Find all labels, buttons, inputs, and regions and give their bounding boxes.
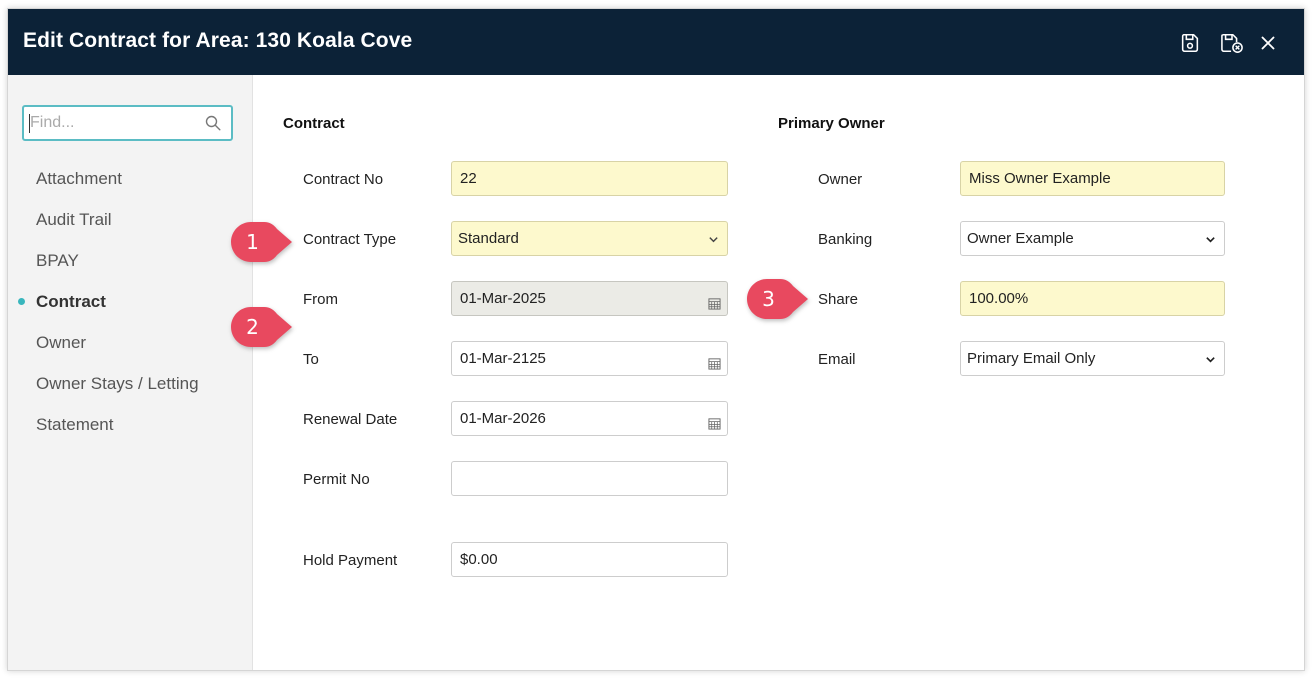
permit-no-label: Permit No xyxy=(303,471,370,488)
banking-value: Owner Example xyxy=(967,230,1074,247)
share-label: Share xyxy=(818,291,859,308)
contract-no-label: Contract No xyxy=(303,171,384,188)
sidebar: Attachment Audit Trail BPAY Contract Own… xyxy=(8,75,253,670)
calendar-icon[interactable] xyxy=(708,417,721,430)
contract-section-heading: Contract xyxy=(283,115,345,132)
calendar-icon[interactable] xyxy=(708,297,721,310)
calendar-icon[interactable] xyxy=(708,357,721,370)
close-icon xyxy=(1261,36,1275,50)
share-value: 100.00% xyxy=(969,290,1029,307)
owner-field[interactable]: Miss Owner Example xyxy=(960,161,1225,196)
save-button[interactable] xyxy=(1177,30,1203,56)
search-input[interactable] xyxy=(30,113,200,133)
callout-marker-1: 1 xyxy=(230,221,292,262)
to-date-value: 01-Mar-2125 xyxy=(460,350,546,367)
email-label: Email xyxy=(818,351,856,368)
save-icon xyxy=(1181,33,1199,53)
chevron-down-icon xyxy=(1206,357,1215,363)
callout-marker-3: 3 xyxy=(746,278,808,319)
owner-label: Owner xyxy=(818,171,863,188)
save-close-icon xyxy=(1221,33,1243,53)
banking-label: Banking xyxy=(818,231,873,248)
from-date-value: 01-Mar-2025 xyxy=(460,290,546,307)
permit-no-field[interactable] xyxy=(451,461,728,496)
search-icon xyxy=(205,115,221,131)
email-value: Primary Email Only xyxy=(967,350,1096,367)
callout-marker-2: 2 xyxy=(230,306,292,347)
sidebar-item-statement[interactable]: Statement xyxy=(36,415,114,435)
save-and-close-button[interactable] xyxy=(1217,30,1247,56)
contract-type-label: Contract Type xyxy=(303,231,397,248)
renewal-date-field[interactable]: 01-Mar-2026 xyxy=(451,401,728,436)
sidebar-item-owner-stays-letting[interactable]: Owner Stays / Letting xyxy=(36,374,199,394)
hold-payment-field[interactable]: $0.00 xyxy=(451,542,728,577)
chevron-down-icon xyxy=(709,237,718,243)
owner-value: Miss Owner Example xyxy=(969,170,1111,187)
callout-number: 1 xyxy=(246,230,259,254)
callout-number: 2 xyxy=(246,315,259,339)
hold-payment-value: $0.00 xyxy=(460,551,498,568)
from-label: From xyxy=(303,291,338,308)
contract-type-select[interactable]: Standard xyxy=(451,221,728,256)
share-field[interactable]: 100.00% xyxy=(960,281,1225,316)
hold-payment-label: Hold Payment xyxy=(303,552,398,569)
active-indicator-dot xyxy=(18,298,25,305)
sidebar-item-contract[interactable]: Contract xyxy=(36,292,106,312)
dialog-title: Edit Contract for Area: 130 Koala Cove xyxy=(23,29,413,52)
sidebar-item-attachment[interactable]: Attachment xyxy=(36,169,122,189)
sidebar-item-bpay[interactable]: BPAY xyxy=(36,251,79,271)
contract-type-value: Standard xyxy=(458,230,519,247)
banking-select[interactable]: Owner Example xyxy=(960,221,1225,256)
edit-contract-dialog: Edit Contract for Area: 130 Koala Cove F… xyxy=(7,8,1305,671)
sidebar-item-owner[interactable]: Owner xyxy=(36,333,86,353)
renewal-date-label: Renewal Date xyxy=(303,411,398,428)
contract-no-field[interactable]: 22 xyxy=(451,161,728,196)
callout-number: 3 xyxy=(762,287,775,311)
sidebar-search[interactable] xyxy=(22,105,233,141)
contract-no-value: 22 xyxy=(460,170,477,187)
renewal-date-value: 01-Mar-2026 xyxy=(460,410,546,427)
title-bar: Edit Contract for Area: 130 Koala Cove xyxy=(8,9,1304,75)
from-date-field[interactable]: 01-Mar-2025 xyxy=(451,281,728,316)
sidebar-item-audit-trail[interactable]: Audit Trail xyxy=(36,210,112,230)
chevron-down-icon xyxy=(1206,237,1215,243)
close-button[interactable] xyxy=(1255,30,1281,56)
primary-owner-section-heading: Primary Owner xyxy=(778,115,885,132)
to-date-field[interactable]: 01-Mar-2125 xyxy=(451,341,728,376)
email-select[interactable]: Primary Email Only xyxy=(960,341,1225,376)
to-label: To xyxy=(303,351,319,368)
